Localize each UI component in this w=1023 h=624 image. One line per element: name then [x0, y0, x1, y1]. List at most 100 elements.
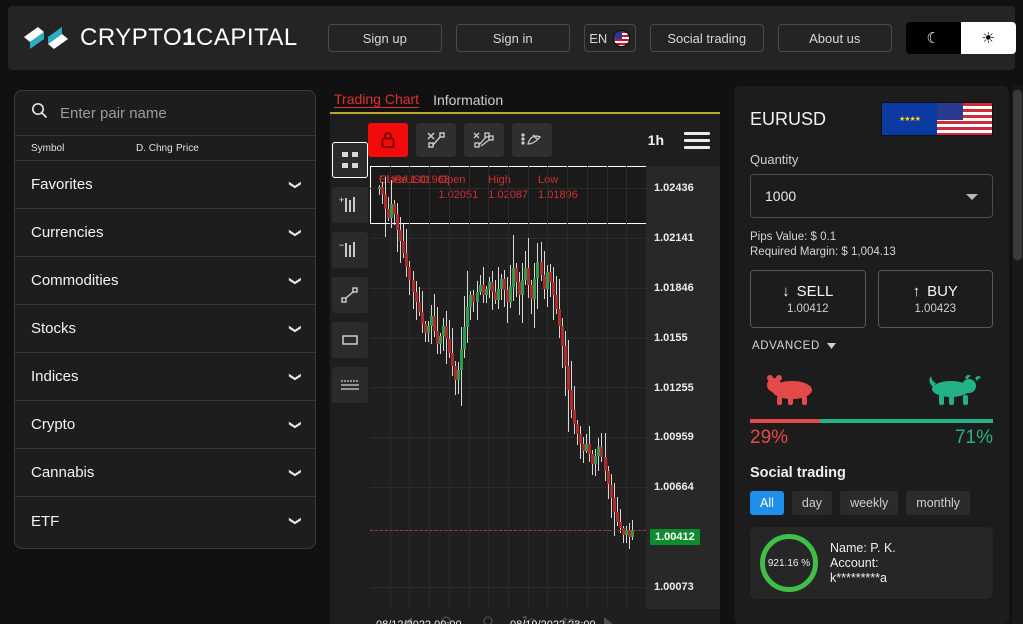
remove-candles-icon[interactable]: −	[332, 232, 368, 268]
buy-button[interactable]: ↑ BUY 1.00423	[877, 270, 993, 328]
category-label: Cannabis	[31, 464, 95, 481]
sign-in-button[interactable]: Sign in	[455, 24, 570, 52]
sell-price: 1.00412	[786, 303, 829, 315]
search-input[interactable]	[60, 104, 299, 122]
rectangle-tool-icon[interactable]	[332, 322, 368, 358]
fullscreen-icon[interactable]	[332, 142, 368, 178]
language-selector[interactable]: EN	[583, 24, 636, 52]
svg-text:−: −	[339, 240, 344, 250]
sidebar-category-crypto[interactable]: Crypto ❮	[15, 401, 315, 449]
quantity-select[interactable]: 1000	[750, 174, 993, 218]
sidebar-category-cannabis[interactable]: Cannabis ❮	[15, 449, 315, 497]
gridline-horizontal	[370, 337, 646, 339]
tab-trading-chart[interactable]: Trading Chart	[334, 91, 420, 108]
sell-button[interactable]: ↓ SELL 1.00412	[750, 270, 866, 328]
sidebar-category-favorites[interactable]: Favorites ❮	[15, 161, 315, 209]
tab-information[interactable]: Information	[433, 92, 503, 108]
page-scrollbar-thumb[interactable]	[1013, 90, 1022, 260]
trader-account-label: Account:	[830, 555, 879, 570]
sidebar-category-commodities[interactable]: Commodities ❮	[15, 257, 315, 305]
add-candles-icon[interactable]: +	[332, 187, 368, 223]
trend-line-icon[interactable]	[416, 123, 456, 157]
arrow-down-icon: ↓	[782, 283, 790, 300]
instrument-sidebar: Symbol D. Chng Price Favorites❮Currencie…	[14, 90, 316, 549]
theme-toggle[interactable]: ☾ ☀	[905, 22, 1016, 54]
ohlc-low-label: Low	[538, 173, 578, 188]
social-filter-day[interactable]: day	[791, 491, 833, 515]
parallel-channel-icon[interactable]	[464, 123, 504, 157]
price-tick: 1.02436	[654, 182, 694, 194]
brand-logo[interactable]: CRYPTO1CAPITAL	[22, 23, 298, 53]
chevron-down-icon[interactable]: ❮	[287, 323, 301, 333]
chevron-down-icon[interactable]: ❮	[287, 179, 301, 189]
price-tick: 1.00959	[654, 431, 694, 444]
us-flag-icon	[613, 29, 631, 47]
crypto1capital-logo-icon	[22, 23, 70, 53]
sign-up-button[interactable]: Sign up	[327, 24, 442, 52]
price-chart-plot[interactable]: EUR/USD Open1.02051 High1.02087 Low1.018…	[370, 166, 646, 609]
brand-name: CRYPTO1CAPITAL	[80, 24, 298, 51]
social-filter-weekly[interactable]: weekly	[840, 491, 899, 515]
price-tick: 1.0155	[654, 331, 688, 344]
social-trading-nav-button[interactable]: Social trading	[649, 24, 764, 52]
timeframe-selector[interactable]: 1h	[648, 132, 664, 148]
current-price-line	[370, 529, 646, 531]
quantity-value: 1000	[765, 188, 797, 204]
us-flag-icon	[937, 103, 992, 135]
chevron-down-icon[interactable]: ❮	[287, 419, 301, 429]
gridline-horizontal	[370, 587, 646, 588]
sentiment-percentages: 29% 71%	[750, 427, 993, 449]
moon-icon[interactable]: ☾	[905, 22, 961, 54]
chart-top-toolbar: 1h	[368, 120, 720, 160]
category-label: ETF	[31, 512, 60, 530]
about-us-nav-button[interactable]: About us	[777, 24, 892, 52]
sidebar-category-stocks[interactable]: Stocks ❮	[15, 305, 315, 353]
trader-info: Name: P. K. Account: k*********a	[830, 541, 896, 586]
sell-label: SELL	[796, 283, 834, 300]
chevron-down-icon[interactable]: ❮	[287, 516, 301, 526]
sidebar-category-etf[interactable]: ETF ❮	[15, 497, 315, 545]
category-label: Indices	[31, 368, 79, 385]
advanced-toggle[interactable]: ADVANCED	[752, 340, 993, 352]
chart-tabs: Trading Chart Information	[330, 86, 720, 108]
lock-icon[interactable]	[368, 123, 408, 157]
sentiment-icons	[750, 374, 993, 411]
line-tool-icon[interactable]	[332, 277, 368, 313]
social-filter-monthly[interactable]: monthly	[906, 491, 971, 515]
trader-percent: 921.16 %	[767, 557, 811, 569]
bear-percentage: 29%	[750, 427, 789, 448]
top-header: CRYPTO1CAPITAL Sign up Sign in EN Social…	[8, 6, 1016, 70]
price-axis: 1.02436 1.02141 1.01846 1.0155 1.01255 1.0095…	[646, 166, 720, 609]
chevron-down-icon[interactable]: ❮	[287, 467, 301, 477]
sun-icon[interactable]: ☀	[960, 22, 1016, 54]
order-panel: EURUSD ★★★★ Quantity 1000 Pips Value: $ …	[734, 86, 1009, 624]
trader-name: Name: P. K.	[830, 540, 896, 555]
chevron-down-icon[interactable]: ❮	[287, 275, 301, 285]
grid-lines-icon[interactable]	[332, 367, 368, 403]
column-header-dchng: D. Chng	[136, 142, 173, 154]
column-header-price: Price	[176, 142, 199, 154]
social-filter-chips: All day weekly monthly	[750, 491, 993, 515]
search-row	[15, 91, 315, 136]
sentiment-bar-bear	[750, 419, 821, 423]
eu-flag-icon: ★★★★	[882, 103, 937, 135]
column-header-symbol: Symbol	[31, 142, 65, 154]
svg-text:+: +	[339, 195, 344, 205]
sentiment-bar-bull	[820, 419, 993, 423]
chevron-down-icon	[826, 340, 836, 352]
sidebar-category-currencies[interactable]: Currencies ❮	[15, 209, 315, 257]
bull-percentage: 71%	[954, 427, 993, 448]
trader-card[interactable]: 921.16 % Name: P. K. Account: k*********…	[750, 527, 993, 599]
chart-menu-icon[interactable]	[684, 128, 710, 153]
drawings-icon[interactable]	[512, 123, 552, 157]
current-price-tag: 1.00412	[650, 529, 700, 546]
buy-label: BUY	[927, 283, 958, 300]
chevron-down-icon[interactable]: ❮	[287, 227, 301, 237]
sidebar-category-indices[interactable]: Indices ❮	[15, 353, 315, 401]
order-meta: Pips Value: $ 0.1 Required Margin: $ 1,0…	[750, 230, 993, 260]
pair-title: EURUSD	[750, 108, 827, 129]
social-filter-all[interactable]: All	[750, 491, 784, 515]
time-label-start: 08/12/2022 00:00	[376, 619, 462, 624]
search-icon	[31, 102, 48, 124]
chevron-down-icon[interactable]: ❮	[287, 371, 301, 381]
